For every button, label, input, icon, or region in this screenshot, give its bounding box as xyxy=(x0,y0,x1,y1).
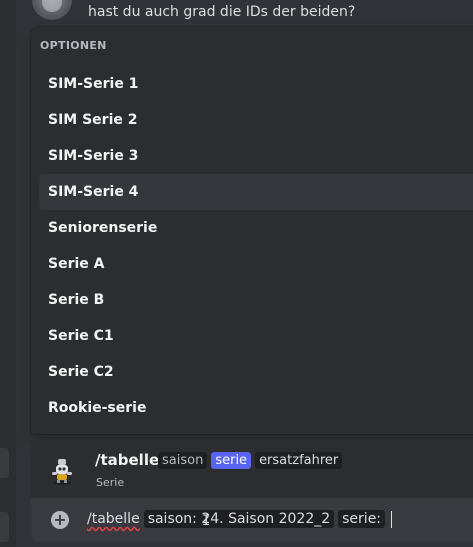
command-name: /tabelle xyxy=(95,451,160,469)
option-list: SIM-Serie 1 SIM Serie 2 SIM-Serie 3 SIM-… xyxy=(39,66,473,426)
command-description: Serie xyxy=(96,476,125,489)
option-item[interactable]: Serie C1 xyxy=(39,318,473,354)
command-params: saison serie ersatzfahrer xyxy=(158,452,343,469)
option-item[interactable]: SIM-Serie 1 xyxy=(39,66,473,102)
option-item[interactable]: Rookie-serie xyxy=(39,390,473,426)
param-saison[interactable]: saison xyxy=(158,452,208,469)
command-preview[interactable]: /tabelle saison serie ersatzfahrer Serie xyxy=(31,441,473,498)
slash-command-text: /tabelle xyxy=(87,511,140,527)
discord-chat-view: hast du auch grad die IDs der beiden? OP… xyxy=(0,0,473,547)
sidebar-item[interactable] xyxy=(0,448,9,478)
option-item[interactable]: Serie B xyxy=(39,282,473,318)
option-item[interactable]: Serie A xyxy=(39,246,473,282)
autocomplete-header: OPTIONEN xyxy=(40,39,107,52)
message-input-bar[interactable]: + /tabelle saison: 24. Saison 2022_2 ser… xyxy=(31,498,473,542)
param-serie-active[interactable]: serie xyxy=(211,452,252,469)
chat-message: hast du auch grad die IDs der beiden? xyxy=(32,0,473,24)
bot-robot-icon xyxy=(52,459,72,485)
sidebar-item[interactable] xyxy=(0,512,9,542)
option-item[interactable]: Seniorenserie xyxy=(39,210,473,246)
param-chip-saison[interactable]: saison: 24. Saison 2022_2 xyxy=(143,510,335,528)
ibeam-cursor-icon: I xyxy=(202,513,211,529)
option-item[interactable]: SIM-Serie 3 xyxy=(39,138,473,174)
avatar[interactable] xyxy=(32,0,72,20)
param-ersatzfahrer[interactable]: ersatzfahrer xyxy=(255,452,343,469)
text-caret xyxy=(391,510,393,528)
message-input[interactable]: /tabelle saison: 24. Saison 2022_2 serie… xyxy=(87,510,393,528)
autocomplete-popup: OPTIONEN SIM-Serie 1 SIM Serie 2 SIM-Ser… xyxy=(31,27,473,434)
message-text: hast du auch grad die IDs der beiden? xyxy=(88,4,356,20)
param-chip-serie[interactable]: serie: xyxy=(338,510,386,528)
option-item[interactable]: Serie C2 xyxy=(39,354,473,390)
option-item[interactable]: SIM Serie 2 xyxy=(39,102,473,138)
add-attachment-plus-icon[interactable]: + xyxy=(51,511,69,529)
channel-sidebar-edge xyxy=(0,0,16,547)
option-item-selected[interactable]: SIM-Serie 4 xyxy=(39,174,473,210)
